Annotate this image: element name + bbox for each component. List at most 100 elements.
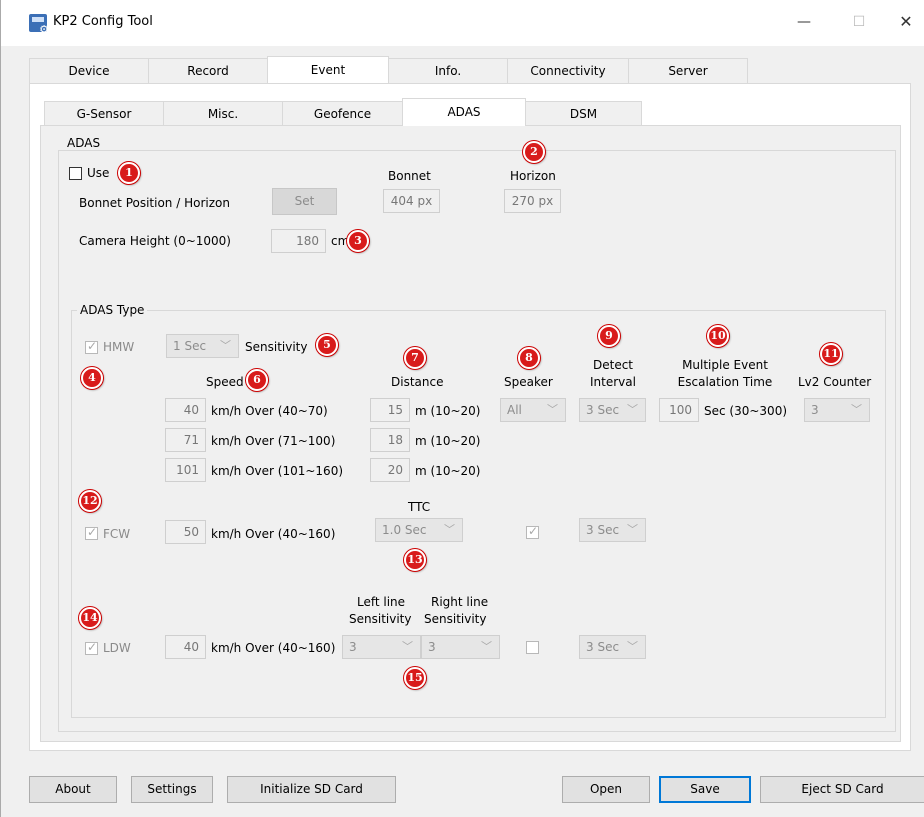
left-line-header-2: Sensitivity bbox=[349, 612, 412, 626]
fcw-speaker-checkbox[interactable] bbox=[526, 524, 539, 539]
hmw-checkbox[interactable] bbox=[85, 339, 98, 354]
left-line-select[interactable]: 3 ﹀ bbox=[342, 635, 421, 659]
fcw-checkbox[interactable] bbox=[85, 525, 98, 540]
horizon-header: Horizon bbox=[510, 169, 556, 183]
chevron-down-icon: ﹀ bbox=[444, 523, 455, 536]
set-button[interactable]: Set bbox=[272, 188, 337, 215]
badge-10: 10 bbox=[707, 325, 729, 347]
fcw-speed-range: km/h Over (40~160) bbox=[211, 527, 336, 541]
left-line-value: 3 bbox=[349, 640, 357, 654]
tab-adas[interactable]: ADAS bbox=[402, 98, 526, 126]
save-button[interactable]: Save bbox=[659, 776, 751, 803]
chevron-down-icon: ﹀ bbox=[402, 640, 413, 653]
maximize-button[interactable]: ☐ bbox=[844, 8, 874, 36]
ldw-speed-input[interactable]: 40 bbox=[165, 635, 206, 659]
adas-group-title: ADAS bbox=[64, 136, 104, 150]
escalation-input[interactable]: 100 bbox=[659, 398, 699, 422]
app-window: KP2 Config Tool — ☐ ✕ Device Record Even… bbox=[0, 0, 924, 817]
tab-server[interactable]: Server bbox=[628, 58, 748, 83]
ldw-interval-value: 3 Sec bbox=[586, 640, 620, 654]
ldw-label: LDW bbox=[103, 641, 131, 655]
fcw-speed-input[interactable]: 50 bbox=[165, 520, 206, 544]
settings-button[interactable]: Settings bbox=[131, 776, 213, 803]
ttc-select[interactable]: 1.0 Sec ﹀ bbox=[375, 518, 463, 542]
tab-connectivity[interactable]: Connectivity bbox=[507, 58, 629, 83]
chevron-down-icon: ﹀ bbox=[547, 403, 558, 416]
ldw-speed-range: km/h Over (40~160) bbox=[211, 641, 336, 655]
escalation-header-2: Escalation Time bbox=[677, 375, 773, 389]
speaker-header: Speaker bbox=[504, 375, 553, 389]
detect-interval-header-1: Detect bbox=[592, 358, 633, 372]
badge-13: 13 bbox=[404, 549, 426, 571]
badge-15: 15 bbox=[404, 667, 426, 689]
chevron-down-icon: ﹀ bbox=[851, 403, 862, 416]
minimize-button[interactable]: — bbox=[789, 8, 819, 36]
hmw-time-value: 1 Sec bbox=[173, 339, 207, 353]
right-line-select[interactable]: 3 ﹀ bbox=[421, 635, 500, 659]
tab-dsm[interactable]: DSM bbox=[525, 101, 642, 125]
left-line-header-1: Left line bbox=[357, 595, 406, 609]
right-line-header-1: Right line bbox=[431, 595, 489, 609]
lv2-counter-header: Lv2 Counter bbox=[798, 375, 872, 389]
hmw-label: HMW bbox=[103, 340, 135, 354]
ttc-header: TTC bbox=[408, 500, 431, 514]
tab-g-sensor[interactable]: G-Sensor bbox=[44, 101, 164, 125]
badge-3: 3 bbox=[347, 230, 369, 252]
badge-1: 1 bbox=[118, 162, 140, 184]
horizon-value: 270 px bbox=[504, 189, 561, 213]
badge-4: 4 bbox=[81, 367, 103, 389]
tab-geofence[interactable]: Geofence bbox=[282, 101, 403, 125]
use-label: Use bbox=[87, 166, 110, 180]
detect-interval-header-2: Interval bbox=[590, 375, 636, 389]
adas-type-title: ADAS Type bbox=[77, 303, 148, 317]
speed-range-1: km/h Over (40~70) bbox=[211, 404, 328, 418]
distance-range-3: m (10~20) bbox=[415, 464, 481, 478]
ttc-value: 1.0 Sec bbox=[382, 523, 427, 537]
window-title: KP2 Config Tool bbox=[53, 14, 153, 29]
initialize-sd-card-button[interactable]: Initialize SD Card bbox=[227, 776, 396, 803]
chevron-down-icon: ﹀ bbox=[220, 339, 231, 352]
about-button[interactable]: About bbox=[29, 776, 117, 803]
eject-sd-card-button[interactable]: Eject SD Card bbox=[760, 776, 924, 803]
speed-input-1[interactable]: 40 bbox=[165, 398, 206, 422]
ldw-checkbox[interactable] bbox=[85, 640, 98, 655]
badge-2: 2 bbox=[523, 141, 545, 163]
badge-6: 6 bbox=[246, 369, 268, 391]
camera-height-input[interactable]: 180 bbox=[271, 229, 326, 253]
speed-input-3[interactable]: 101 bbox=[165, 458, 206, 482]
distance-input-3[interactable]: 20 bbox=[370, 458, 410, 482]
tab-misc[interactable]: Misc. bbox=[163, 101, 283, 125]
speed-input-2[interactable]: 71 bbox=[165, 428, 206, 452]
detect-interval-value: 3 Sec bbox=[586, 403, 620, 417]
fcw-interval-select[interactable]: 3 Sec ﹀ bbox=[579, 518, 646, 542]
distance-range-1: m (10~20) bbox=[415, 404, 481, 418]
tab-event[interactable]: Event bbox=[267, 56, 389, 83]
detect-interval-select[interactable]: 3 Sec ﹀ bbox=[579, 398, 646, 422]
tab-device[interactable]: Device bbox=[29, 58, 149, 83]
lv2-counter-select[interactable]: 3 ﹀ bbox=[804, 398, 870, 422]
sensitivity-label: Sensitivity bbox=[245, 340, 308, 354]
bonnet-value: 404 px bbox=[383, 189, 440, 213]
escalation-header-1: Multiple Event bbox=[682, 358, 768, 372]
tab-record[interactable]: Record bbox=[148, 58, 268, 83]
speaker-value: All bbox=[507, 403, 522, 417]
tab-info[interactable]: Info. bbox=[388, 58, 508, 83]
chevron-down-icon: ﹀ bbox=[627, 403, 638, 416]
distance-header: Distance bbox=[391, 375, 444, 389]
bonnet-header: Bonnet bbox=[388, 169, 431, 183]
speed-header: Speed bbox=[206, 375, 244, 389]
right-line-value: 3 bbox=[428, 640, 436, 654]
ldw-interval-select[interactable]: 3 Sec ﹀ bbox=[579, 635, 646, 659]
bonnet-position-label: Bonnet Position / Horizon bbox=[79, 196, 230, 210]
hmw-time-select[interactable]: 1 Sec ﹀ bbox=[166, 334, 239, 358]
badge-14: 14 bbox=[79, 607, 101, 629]
open-button[interactable]: Open bbox=[562, 776, 650, 803]
use-checkbox[interactable] bbox=[69, 167, 82, 180]
distance-input-2[interactable]: 18 bbox=[370, 428, 410, 452]
speed-range-3: km/h Over (101~160) bbox=[211, 464, 344, 478]
speaker-select[interactable]: All ﹀ bbox=[500, 398, 566, 422]
ldw-speaker-checkbox[interactable] bbox=[526, 641, 539, 654]
close-button[interactable]: ✕ bbox=[891, 8, 921, 36]
camera-height-label: Camera Height (0~1000) bbox=[79, 234, 231, 248]
distance-input-1[interactable]: 15 bbox=[370, 398, 410, 422]
